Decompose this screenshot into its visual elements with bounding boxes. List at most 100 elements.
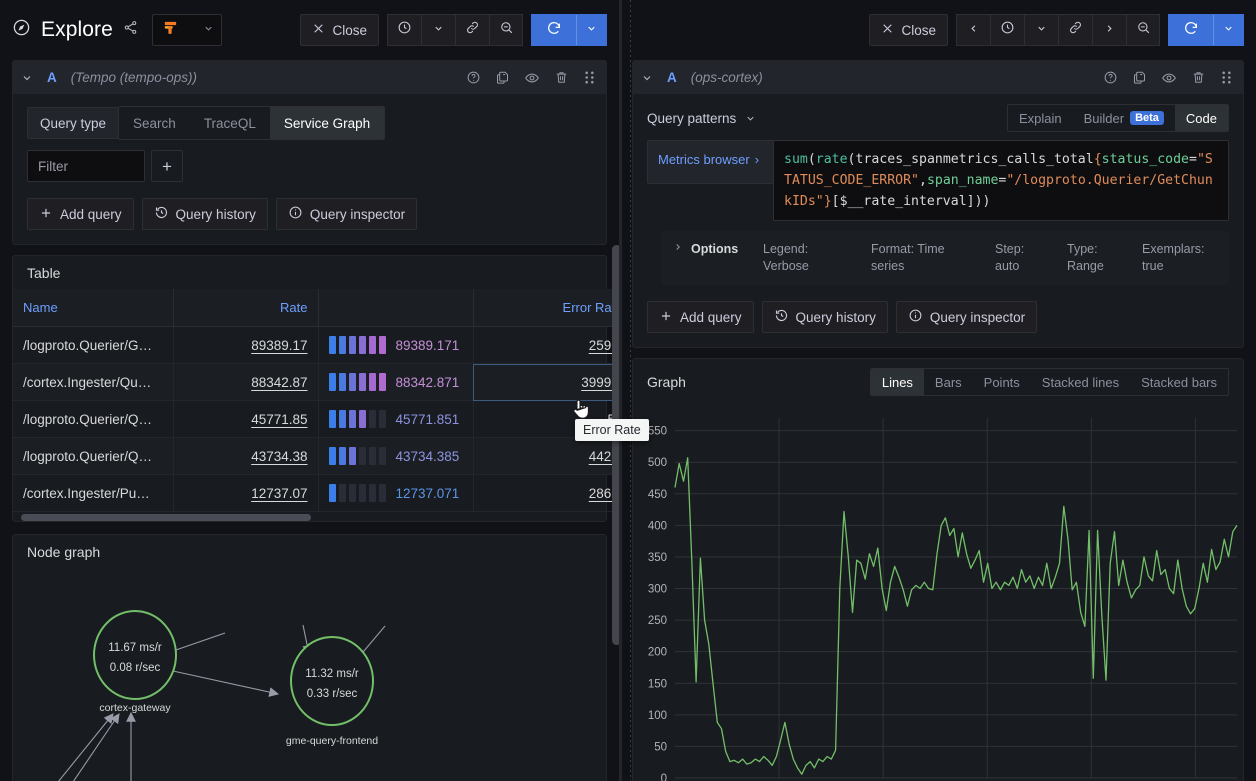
- node-1-line1: 11.67 ms/r: [108, 642, 162, 654]
- left-query-collapse-icon[interactable]: [21, 72, 33, 84]
- pane-divider[interactable]: [620, 0, 622, 781]
- right-zoom-out-button[interactable]: [1126, 14, 1160, 46]
- column-header-rate-gauge[interactable]: [318, 289, 473, 327]
- viz-mode-stacked-lines[interactable]: Stacked lines: [1031, 369, 1130, 395]
- left-pane-scrollbar[interactable]: [612, 245, 620, 645]
- right-query-history-label: Query history: [796, 310, 876, 325]
- cell-rate[interactable]: 12737.07: [173, 475, 318, 512]
- eye-icon[interactable]: [1161, 70, 1177, 86]
- cell-rate-gauge: 12737.071: [318, 475, 473, 512]
- table-row[interactable]: /logproto.Querier/Q…45771.8545771.85155: [13, 401, 620, 438]
- cell-name[interactable]: /logproto.Querier/G…: [13, 327, 173, 364]
- right-refresh-interval-chevron[interactable]: [1213, 15, 1243, 45]
- query-patterns-chevron-icon[interactable]: [745, 113, 756, 124]
- right-refresh-button[interactable]: [1169, 15, 1213, 45]
- column-header-name[interactable]: Name: [13, 289, 173, 327]
- cell-rate-gauge: 88342.871: [318, 364, 473, 401]
- promql-expression-input[interactable]: sum(rate(traces_spanmetrics_calls_total{…: [773, 140, 1229, 221]
- node-graph-panel: Node graph: [12, 534, 607, 781]
- share-nodes-icon[interactable]: [123, 20, 138, 40]
- time-picker-chevron[interactable]: [421, 14, 455, 46]
- cell-error-rate[interactable]: 442.2: [473, 438, 620, 475]
- right-time-picker-button[interactable]: [990, 14, 1024, 46]
- right-query-history-button[interactable]: Query history: [762, 301, 888, 333]
- close-button[interactable]: Close: [300, 14, 379, 46]
- help-circle-icon[interactable]: [466, 70, 481, 85]
- query-history-button[interactable]: Query history: [142, 198, 268, 230]
- drag-handle-icon[interactable]: [1220, 70, 1233, 85]
- time-series-chart[interactable]: 050100150200250300350400450500550: [633, 404, 1243, 781]
- mode-explain[interactable]: Explain: [1008, 105, 1073, 131]
- query-inspector-label: Query inspector: [310, 207, 405, 222]
- cell-error-rate[interactable]: 286.2: [473, 475, 620, 512]
- right-refresh-button-group[interactable]: [1168, 14, 1244, 46]
- query-type-traceql[interactable]: TraceQL: [190, 107, 270, 139]
- cell-rate[interactable]: 89389.17: [173, 327, 318, 364]
- help-circle-icon[interactable]: [1103, 70, 1118, 85]
- query-options-row[interactable]: Options Legend: Verbose Format: Time ser…: [661, 231, 1229, 285]
- trash-icon[interactable]: [554, 70, 569, 85]
- cell-name[interactable]: /logproto.Querier/Q…: [13, 438, 173, 475]
- viz-mode-points[interactable]: Points: [973, 369, 1031, 395]
- query-type-options: Search TraceQL Service Graph: [119, 106, 385, 140]
- right-time-picker-chevron[interactable]: [1024, 14, 1058, 46]
- time-shift-forward-button[interactable]: [1092, 14, 1126, 46]
- add-query-button[interactable]: Add query: [27, 198, 134, 230]
- cell-rate[interactable]: 88342.87: [173, 364, 318, 401]
- cell-name[interactable]: /cortex.Ingester/Qu…: [13, 364, 173, 401]
- query-patterns-label[interactable]: Query patterns: [647, 111, 736, 126]
- refresh-button[interactable]: [532, 15, 576, 45]
- node-graph-canvas[interactable]: 11.67 ms/r 0.08 r/sec cortex-gateway 11.…: [13, 568, 606, 781]
- mode-builder[interactable]: Builder Beta: [1073, 105, 1175, 131]
- drag-handle-icon[interactable]: [583, 70, 596, 85]
- column-header-error-rate[interactable]: Error Rate: [473, 289, 620, 327]
- eye-icon[interactable]: [524, 70, 540, 86]
- copy-icon[interactable]: [495, 70, 510, 85]
- query-type-search[interactable]: Search: [119, 107, 190, 139]
- table-panel: Table Name Rate Error Rate /logproto.Que…: [12, 255, 607, 522]
- viz-mode-stacked-bars[interactable]: Stacked bars: [1130, 369, 1228, 395]
- right-close-button[interactable]: Close: [869, 14, 948, 46]
- refresh-interval-chevron[interactable]: [576, 15, 606, 45]
- options-label: Options: [691, 241, 763, 258]
- cell-rate[interactable]: 45771.85: [173, 401, 318, 438]
- node-cortex-gateway: 11.67 ms/r 0.08 r/sec cortex-gateway: [94, 611, 176, 714]
- right-query-inspector-button[interactable]: Query inspector: [896, 301, 1037, 333]
- table-horizontal-scrollbar[interactable]: [21, 514, 311, 521]
- mode-code[interactable]: Code: [1175, 105, 1228, 131]
- column-header-rate[interactable]: Rate: [173, 289, 318, 327]
- cell-error-rate[interactable]: 3999.3: [473, 364, 620, 401]
- copy-icon[interactable]: [1132, 70, 1147, 85]
- query-type-service-graph[interactable]: Service Graph: [270, 107, 384, 139]
- close-label: Close: [332, 23, 367, 38]
- table-row[interactable]: /cortex.Ingester/Qu…88342.8788342.871399…: [13, 364, 620, 401]
- time-picker-button[interactable]: [387, 14, 421, 46]
- y-axis-tick-label: 350: [648, 552, 667, 564]
- cell-name[interactable]: /logproto.Querier/Q…: [13, 401, 173, 438]
- time-shift-back-button[interactable]: [956, 14, 990, 46]
- right-add-query-button[interactable]: Add query: [647, 301, 754, 333]
- viz-mode-lines[interactable]: Lines: [871, 369, 924, 395]
- metrics-browser-button[interactable]: Metrics browser ›: [647, 140, 773, 184]
- table-row[interactable]: /logproto.Querier/G…89389.1789389.171259…: [13, 327, 620, 364]
- option-exemplars: Exemplars: true: [1142, 241, 1205, 275]
- chevron-down-icon: [586, 21, 597, 39]
- cell-error-rate[interactable]: 259.7: [473, 327, 620, 364]
- trash-icon[interactable]: [1191, 70, 1206, 85]
- copy-link-button[interactable]: [455, 14, 489, 46]
- right-copy-link-button[interactable]: [1058, 14, 1092, 46]
- table-row[interactable]: /cortex.Ingester/Pu…12737.0712737.071286…: [13, 475, 620, 512]
- filter-input[interactable]: Filter: [27, 150, 145, 182]
- query-inspector-button[interactable]: Query inspector: [276, 198, 417, 230]
- right-query-card: A (ops-cortex): [632, 60, 1244, 348]
- datasource-picker[interactable]: [152, 14, 222, 46]
- zoom-out-button[interactable]: [489, 14, 523, 46]
- add-filter-button[interactable]: +: [151, 150, 183, 182]
- cell-rate[interactable]: 43734.38: [173, 438, 318, 475]
- right-query-collapse-icon[interactable]: [641, 72, 653, 84]
- cell-name[interactable]: /cortex.Ingester/Pu…: [13, 475, 173, 512]
- refresh-button-group[interactable]: [531, 14, 607, 46]
- y-axis-tick-label: 100: [648, 710, 667, 722]
- table-row[interactable]: /logproto.Querier/Q…43734.3843734.385442…: [13, 438, 620, 475]
- viz-mode-bars[interactable]: Bars: [924, 369, 973, 395]
